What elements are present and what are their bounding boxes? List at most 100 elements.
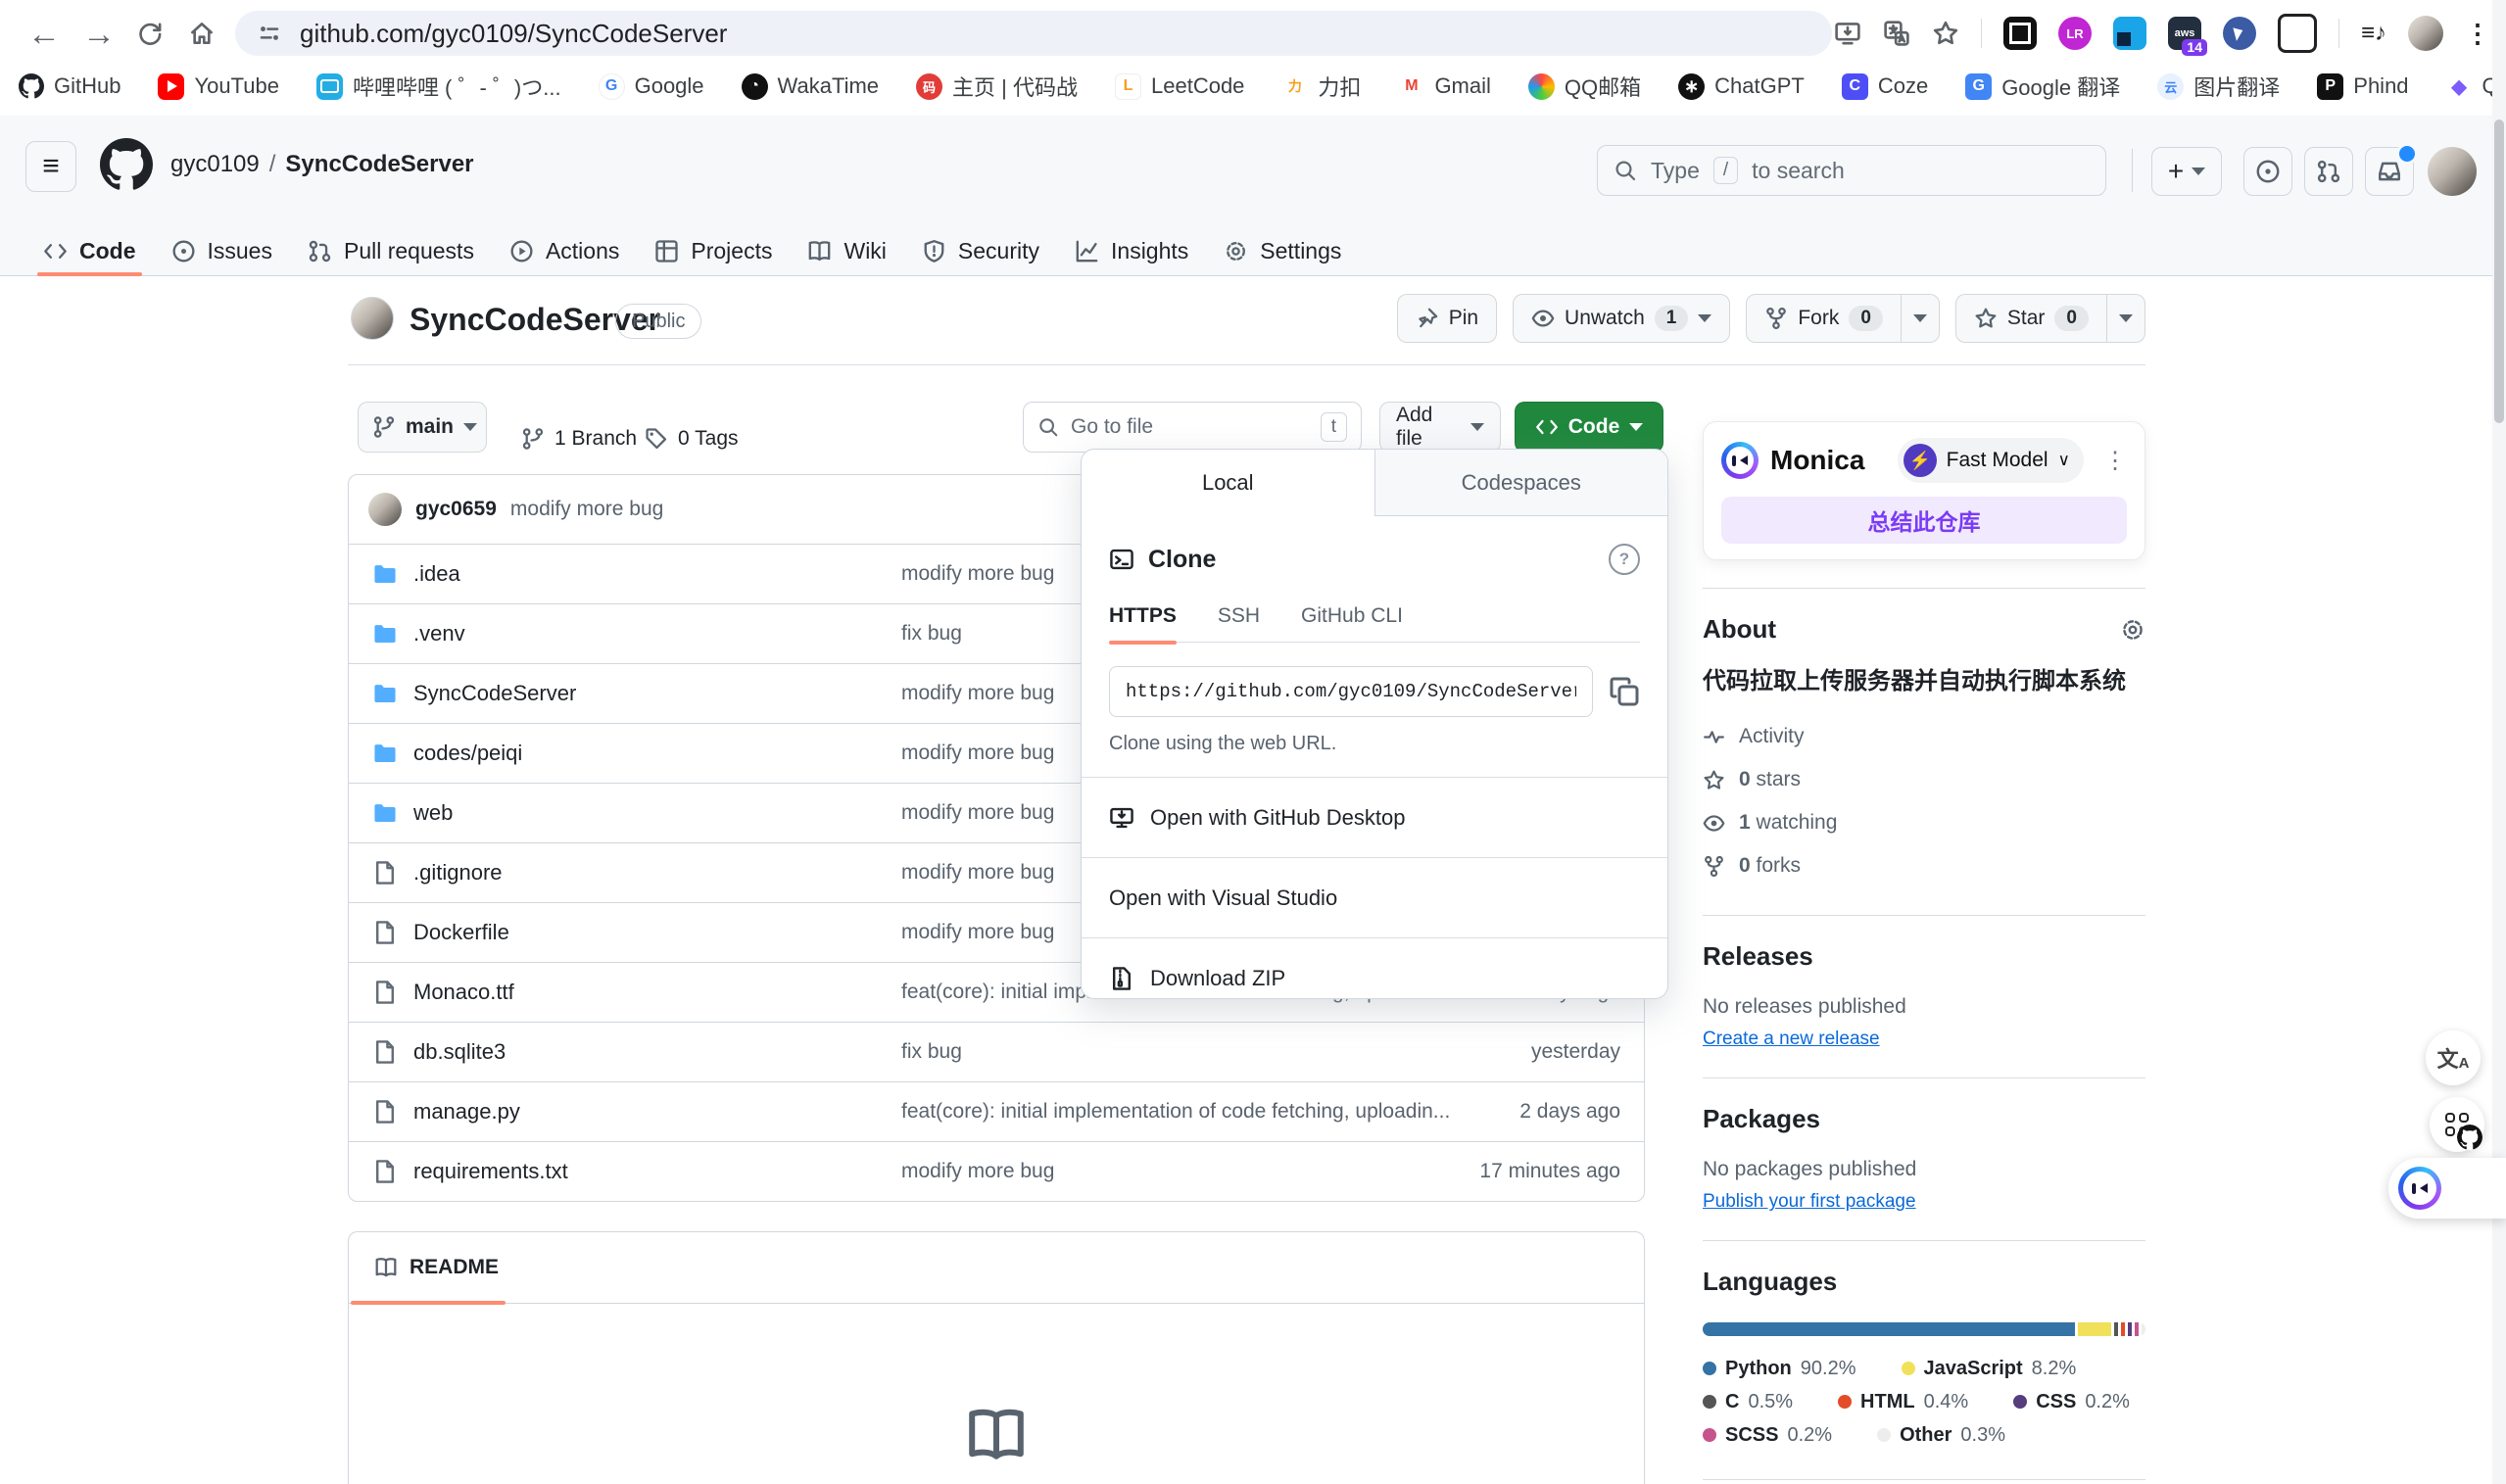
help-icon[interactable]: ?: [1609, 544, 1640, 575]
open-visual-studio-item[interactable]: Open with Visual Studio: [1082, 857, 1667, 937]
browser-profile-avatar[interactable]: [2408, 16, 2443, 51]
branch-selector-button[interactable]: main: [358, 402, 487, 453]
bookmark-codewar[interactable]: 码主页 | 代码战: [916, 71, 1078, 102]
download-zip-item[interactable]: Download ZIP: [1082, 937, 1667, 999]
send-to-device-icon[interactable]: [1834, 20, 1861, 47]
stars-link[interactable]: 0 stars: [1703, 758, 2145, 801]
url-text[interactable]: github.com/gyc0109/SyncCodeServer: [300, 19, 727, 49]
code-button[interactable]: Code: [1515, 402, 1663, 453]
tab-actions[interactable]: Actions: [492, 227, 637, 275]
bookmark-star-icon[interactable]: [1932, 20, 1959, 47]
tab-security[interactable]: Security: [904, 227, 1057, 275]
languages-bar[interactable]: [1703, 1322, 2145, 1336]
tags-link[interactable]: 0 Tags: [645, 413, 739, 464]
language-item[interactable]: C0.5%: [1703, 1391, 1793, 1413]
fork-dropdown[interactable]: [1901, 295, 1939, 342]
commit-message-link[interactable]: fix bug: [901, 1040, 962, 1064]
copy-icon[interactable]: [1609, 676, 1640, 707]
file-name-link[interactable]: .idea: [413, 561, 460, 587]
table-row[interactable]: manage.pyfeat(core): initial implementat…: [349, 1081, 1644, 1141]
file-name-link[interactable]: manage.py: [413, 1099, 520, 1125]
tab-settings[interactable]: Settings: [1206, 227, 1359, 275]
fork-button[interactable]: Fork0: [1746, 294, 1940, 343]
watching-link[interactable]: 1 watching: [1703, 801, 2145, 844]
packages-heading[interactable]: Packages: [1703, 1104, 2145, 1134]
bookmark-leetcode[interactable]: LLeetCode: [1115, 73, 1244, 100]
file-name-link[interactable]: web: [413, 800, 453, 826]
site-settings-icon[interactable]: [257, 21, 282, 46]
releases-heading[interactable]: Releases: [1703, 941, 2145, 972]
bookmark-youtube[interactable]: YouTube: [158, 73, 278, 100]
protocol-tab-ssh[interactable]: SSH: [1218, 604, 1260, 628]
file-name-link[interactable]: db.sqlite3: [413, 1039, 506, 1065]
extension-icon-cursor[interactable]: [2223, 17, 2256, 50]
repo-owner-avatar[interactable]: [351, 297, 394, 340]
extension-icon-2[interactable]: LR: [2058, 17, 2092, 50]
bookmark-bilibili[interactable]: 哔哩哔哩 ( ゜- ゜)つ...: [316, 71, 561, 102]
file-name-link[interactable]: .gitignore: [413, 860, 503, 886]
language-item[interactable]: JavaScript8.2%: [1902, 1358, 2077, 1380]
bookmark-coze[interactable]: CCoze: [1842, 73, 1928, 100]
monica-menu-icon[interactable]: ⋮: [2103, 447, 2127, 475]
pin-button[interactable]: Pin: [1397, 294, 1497, 343]
file-name-link[interactable]: codes/peiqi: [413, 741, 522, 766]
gear-icon[interactable]: [2120, 617, 2145, 643]
forks-link[interactable]: 0 forks: [1703, 844, 2145, 887]
go-to-file-input[interactable]: Go to file t: [1023, 402, 1362, 453]
file-name-link[interactable]: SyncCodeServer: [413, 681, 576, 706]
star-dropdown[interactable]: [2106, 295, 2145, 342]
commit-message-link[interactable]: modify more bug: [901, 562, 1054, 586]
pull-requests-header-button[interactable]: [2304, 147, 2353, 196]
file-name-link[interactable]: Dockerfile: [413, 920, 509, 945]
tab-wiki[interactable]: Wiki: [790, 227, 903, 275]
table-row[interactable]: requirements.txtmodify more bug17 minute…: [349, 1141, 1644, 1201]
branches-link[interactable]: 1 Branch: [521, 413, 637, 464]
readme-tab[interactable]: README: [374, 1256, 499, 1279]
global-nav-menu-button[interactable]: ≡: [25, 141, 76, 192]
bookmark-qqmail[interactable]: QQ邮箱: [1528, 71, 1641, 102]
create-release-link[interactable]: Create a new release: [1703, 1029, 1880, 1050]
clone-url-input[interactable]: [1109, 666, 1593, 717]
star-button[interactable]: Star0: [1955, 294, 2145, 343]
commit-message-link[interactable]: modify more bug: [901, 1160, 1054, 1183]
activity-link[interactable]: Activity: [1703, 715, 2145, 758]
bookmark-chatgpt[interactable]: ∗ChatGPT: [1678, 73, 1805, 100]
commit-message-link[interactable]: modify more bug: [901, 742, 1054, 765]
tab-insights[interactable]: Insights: [1057, 227, 1206, 275]
tab-projects[interactable]: Projects: [637, 227, 790, 275]
commit-message[interactable]: modify more bug: [510, 498, 663, 521]
user-avatar[interactable]: [2428, 147, 2477, 196]
home-icon[interactable]: [188, 20, 216, 47]
bookmark-gtranslate[interactable]: GGoogle 翻译: [1965, 71, 2120, 102]
bookmark-likou[interactable]: 力力扣: [1281, 71, 1361, 102]
model-selector[interactable]: ⚡ Fast Model ∨: [1898, 438, 2084, 483]
publish-package-link[interactable]: Publish your first package: [1703, 1191, 1916, 1213]
bookmark-google[interactable]: GGoogle: [599, 73, 704, 100]
tab-pull-requests[interactable]: Pull requests: [290, 227, 492, 275]
back-icon[interactable]: ←: [27, 16, 61, 54]
table-row[interactable]: db.sqlite3fix bugyesterday: [349, 1022, 1644, 1081]
commit-message-link[interactable]: modify more bug: [901, 921, 1054, 944]
extensions-icon[interactable]: [2278, 14, 2317, 53]
forward-icon[interactable]: →: [82, 16, 116, 54]
summarize-repo-button[interactable]: 总结此仓库: [1721, 497, 2127, 544]
commit-message-link[interactable]: modify more bug: [901, 801, 1054, 825]
commit-author[interactable]: gyc0659: [415, 498, 497, 521]
floating-translate-button[interactable]: 文A: [2426, 1030, 2481, 1085]
reload-icon[interactable]: [135, 20, 165, 49]
dropdown-tab-codespaces[interactable]: Codespaces: [1374, 450, 1668, 516]
bookmark-imgtranslate[interactable]: 云图片翻译: [2157, 71, 2280, 102]
tab-issues[interactable]: Issues: [154, 227, 290, 275]
language-item[interactable]: SCSS0.2%: [1703, 1424, 1832, 1447]
language-item[interactable]: Python90.2%: [1703, 1358, 1856, 1380]
protocol-tab-cli[interactable]: GitHub CLI: [1301, 604, 1403, 628]
translate-icon[interactable]: [1883, 20, 1910, 47]
scrollbar[interactable]: [2492, 0, 2506, 1484]
protocol-tab-https[interactable]: HTTPS: [1109, 604, 1177, 628]
dropdown-tab-local[interactable]: Local: [1082, 450, 1374, 516]
open-github-desktop-item[interactable]: Open with GitHub Desktop: [1082, 777, 1667, 857]
breadcrumb-repo[interactable]: SyncCodeServer: [285, 151, 473, 178]
commit-message-link[interactable]: fix bug: [901, 622, 962, 646]
create-new-button[interactable]: +: [2151, 147, 2222, 196]
issues-header-button[interactable]: [2243, 147, 2292, 196]
